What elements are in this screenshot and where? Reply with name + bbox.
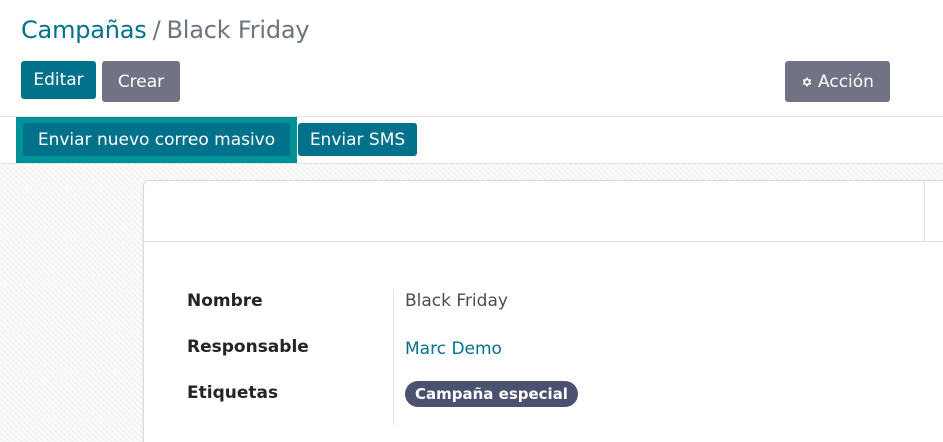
gear-icon: [802, 77, 812, 86]
action-button-label: Acción: [818, 71, 874, 92]
control-panel: Campañas / Black Friday Editar Crear Acció…: [0, 0, 943, 117]
create-button[interactable]: Crear: [102, 61, 180, 102]
breadcrumb: Campañas / Black Friday: [21, 13, 310, 47]
responsible-label: Responsable: [187, 337, 309, 357]
action-button[interactable]: Acción: [785, 61, 890, 102]
smart-button-divider: [924, 181, 925, 241]
edit-button[interactable]: Editar: [21, 61, 96, 99]
send-mass-mail-button[interactable]: Enviar nuevo correo masivo: [23, 123, 290, 156]
field-separator: [393, 289, 394, 425]
smart-button-box: [144, 181, 943, 242]
send-sms-button[interactable]: Enviar SMS: [298, 123, 417, 156]
responsible-link[interactable]: Marc Demo: [405, 339, 502, 359]
name-label: Nombre: [187, 291, 263, 311]
breadcrumb-separator: /: [152, 16, 161, 44]
tag-badge[interactable]: Campaña especial: [405, 381, 578, 407]
tags-label: Etiquetas: [187, 383, 279, 403]
campaign-form-view: Campañas / Black Friday Editar Crear Acció…: [0, 0, 943, 442]
form-header-bar: Enviar nuevo correo masivo Enviar SMS: [0, 117, 943, 164]
form-sheet: Nombre Black Friday Responsable Marc Dem…: [143, 180, 943, 442]
name-field[interactable]: Black Friday: [405, 291, 508, 311]
breadcrumb-current: Black Friday: [166, 16, 310, 44]
breadcrumb-parent-link[interactable]: Campañas: [21, 16, 147, 44]
